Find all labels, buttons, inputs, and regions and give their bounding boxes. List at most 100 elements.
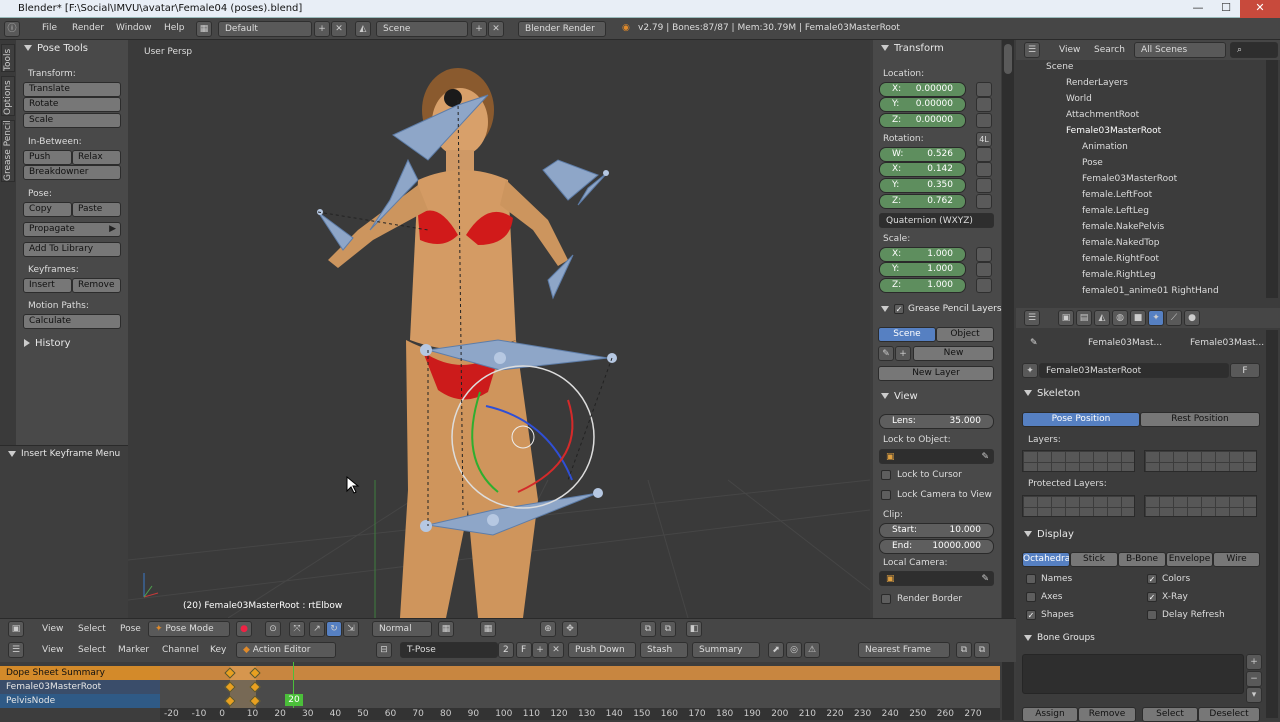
colors-checkbox[interactable]: ✓	[1147, 574, 1157, 584]
ds-channel-menu[interactable]: Channel	[162, 645, 199, 655]
delay-refresh-checkbox[interactable]	[1147, 610, 1157, 620]
outliner-scrollbar[interactable]	[1266, 60, 1278, 298]
render-engine-select[interactable]: Blender Render	[518, 21, 606, 37]
world-tab-icon[interactable]: ◍	[1112, 310, 1128, 326]
paste-keys-icon[interactable]: ⧉	[974, 642, 990, 658]
display-stick[interactable]: Stick	[1070, 552, 1118, 567]
view3d-editor-icon[interactable]: ▣	[8, 621, 24, 637]
armature-tab-icon[interactable]: ✦	[1148, 310, 1164, 326]
view3d-view-menu[interactable]: View	[42, 624, 63, 634]
manipulator-icon[interactable]: ⤧	[289, 621, 305, 637]
outliner-row[interactable]: Female03MasterRoot	[1016, 171, 1264, 187]
copy-pose-button[interactable]: Copy	[23, 202, 72, 217]
protected-layers-grid-right[interactable]	[1144, 495, 1257, 517]
shapes-checkbox[interactable]: ✓	[1026, 610, 1036, 620]
screen-layout-select[interactable]: Default	[218, 21, 312, 37]
remove-layout-icon[interactable]: ✕	[331, 21, 347, 37]
current-frame-label[interactable]: 20	[285, 694, 303, 706]
copy-pose-icon[interactable]: ⧉	[640, 621, 656, 637]
axes-checkbox[interactable]	[1026, 592, 1036, 602]
layers-tab-icon[interactable]: ▤	[1076, 310, 1092, 326]
dopesheet-editor-icon[interactable]: ☰	[8, 642, 24, 658]
action-name-field[interactable]: T-Pose	[400, 642, 498, 658]
gp-new-button[interactable]: New	[913, 346, 994, 361]
scene-select[interactable]: Scene	[376, 21, 468, 37]
bone-layers-grid-right[interactable]	[1144, 450, 1257, 472]
gp-new-layer-button[interactable]: New Layer	[878, 366, 994, 381]
outliner-search-menu[interactable]: Search	[1094, 45, 1125, 55]
lock-rotation-x-icon[interactable]	[976, 162, 992, 177]
new-action-icon[interactable]: +	[532, 642, 548, 658]
interaction-mode-select[interactable]: ✦ Pose Mode	[148, 621, 230, 637]
layers-icon[interactable]: ▦	[438, 621, 454, 637]
shading-icon[interactable]: ●	[236, 621, 252, 637]
pose-tools-header[interactable]: Pose Tools	[24, 43, 88, 54]
paste-pose-icon[interactable]: ⧉	[660, 621, 676, 637]
grease-pencil-checkbox[interactable]: ✓	[894, 304, 904, 314]
lock-camera-checkbox[interactable]	[881, 490, 891, 500]
outliner-row[interactable]: female.RightLeg	[1016, 267, 1264, 283]
material-tab-icon[interactable]: ●	[1184, 310, 1200, 326]
rotate-button[interactable]: Rotate	[23, 97, 121, 112]
display-panel-header[interactable]: Display	[1024, 529, 1074, 540]
paste-pose-button[interactable]: Paste	[72, 202, 121, 217]
push-button[interactable]: Push	[23, 150, 72, 165]
outliner-search-field[interactable]: ⌕	[1230, 42, 1278, 58]
unlink-action-icon[interactable]: ✕	[548, 642, 564, 658]
local-camera-field[interactable]: ▣ ✎	[879, 571, 994, 586]
xray-checkbox[interactable]: ✓	[1147, 592, 1157, 602]
skeleton-panel-header[interactable]: Skeleton	[1024, 388, 1080, 399]
scale-z-field[interactable]: Z: 1.000	[879, 278, 966, 293]
outliner-row[interactable]: female.LeftLeg	[1016, 203, 1264, 219]
object-tab-icon[interactable]: ■	[1130, 310, 1146, 326]
channel-object[interactable]: Female03MasterRoot	[0, 680, 160, 694]
armature-datablock-field[interactable]: Female03MasterRoot	[1039, 363, 1229, 378]
scene-icon[interactable]: ◭	[355, 21, 371, 37]
outliner-row[interactable]: Animation	[1016, 139, 1264, 155]
protected-layers-grid-left[interactable]	[1022, 495, 1135, 517]
add-bone-group-icon[interactable]: +	[1246, 654, 1262, 670]
remove-bone-group-icon[interactable]: −	[1246, 671, 1262, 687]
only-selected-icon[interactable]: ⬈	[768, 642, 784, 658]
outliner-row[interactable]: female.RightFoot	[1016, 251, 1264, 267]
rotation-z-field[interactable]: Z: 0.762	[879, 194, 966, 209]
scale-manip-icon[interactable]: ⇲	[343, 621, 359, 637]
close-window-button[interactable]: ✕	[1240, 0, 1280, 18]
action-browse-icon[interactable]: ⊟	[376, 642, 392, 658]
tab-options[interactable]: Options	[1, 76, 15, 116]
translate-manip-icon[interactable]: ↗	[309, 621, 325, 637]
render-tab-icon[interactable]: ▣	[1058, 310, 1074, 326]
render-border-checkbox[interactable]	[881, 594, 891, 604]
history-header[interactable]: History	[24, 338, 71, 349]
lock-object-field[interactable]: ▣ ✎	[879, 449, 994, 464]
menu-window[interactable]: Window	[116, 23, 152, 33]
lock-location-x-icon[interactable]	[976, 82, 992, 97]
outliner-row[interactable]: AttachmentRoot	[1016, 107, 1264, 123]
outliner-row[interactable]: RenderLayers	[1016, 75, 1264, 91]
grease-pencil-header[interactable]: ✓ Grease Pencil Layers	[881, 303, 1002, 314]
clip-end-field[interactable]: End: 10000.000	[879, 539, 994, 554]
gp-scene-toggle[interactable]: Scene	[878, 327, 936, 342]
transform-panel-header[interactable]: Transform	[881, 43, 944, 54]
propagate-button[interactable]: Propagate ▶	[23, 222, 121, 237]
summary-toggle[interactable]: Summary	[692, 642, 760, 658]
pin-icon[interactable]: ✎	[1030, 338, 1038, 348]
outliner-row[interactable]: World	[1016, 91, 1264, 107]
rotation-mode-select[interactable]: Quaternion (WXYZ)	[879, 213, 994, 228]
lock-rotation-y-icon[interactable]	[976, 178, 992, 193]
relax-button[interactable]: Relax	[72, 150, 121, 165]
render-view-icon[interactable]: ◧	[686, 621, 702, 637]
bone-tab-icon[interactable]: ⟋	[1166, 310, 1182, 326]
ds-key-menu[interactable]: Key	[210, 645, 226, 655]
add-to-library-button[interactable]: Add To Library	[23, 242, 121, 257]
outliner-row[interactable]: Pose	[1016, 155, 1264, 171]
lock-4l-button[interactable]: 4L	[976, 132, 992, 147]
ds-view-menu[interactable]: View	[42, 645, 63, 655]
dopesheet-scrollbar[interactable]	[1002, 662, 1014, 720]
outliner-view-menu[interactable]: View	[1059, 45, 1080, 55]
outliner-row-selected[interactable]: Female03MasterRoot	[1016, 123, 1264, 139]
3d-viewport[interactable]: User Persp (20) Female03MasterRoot: rtE…	[128, 40, 870, 618]
push-down-button[interactable]: Push Down	[568, 642, 636, 658]
location-x-field[interactable]: X: 0.00000	[879, 82, 966, 97]
lock-location-y-icon[interactable]	[976, 97, 992, 112]
